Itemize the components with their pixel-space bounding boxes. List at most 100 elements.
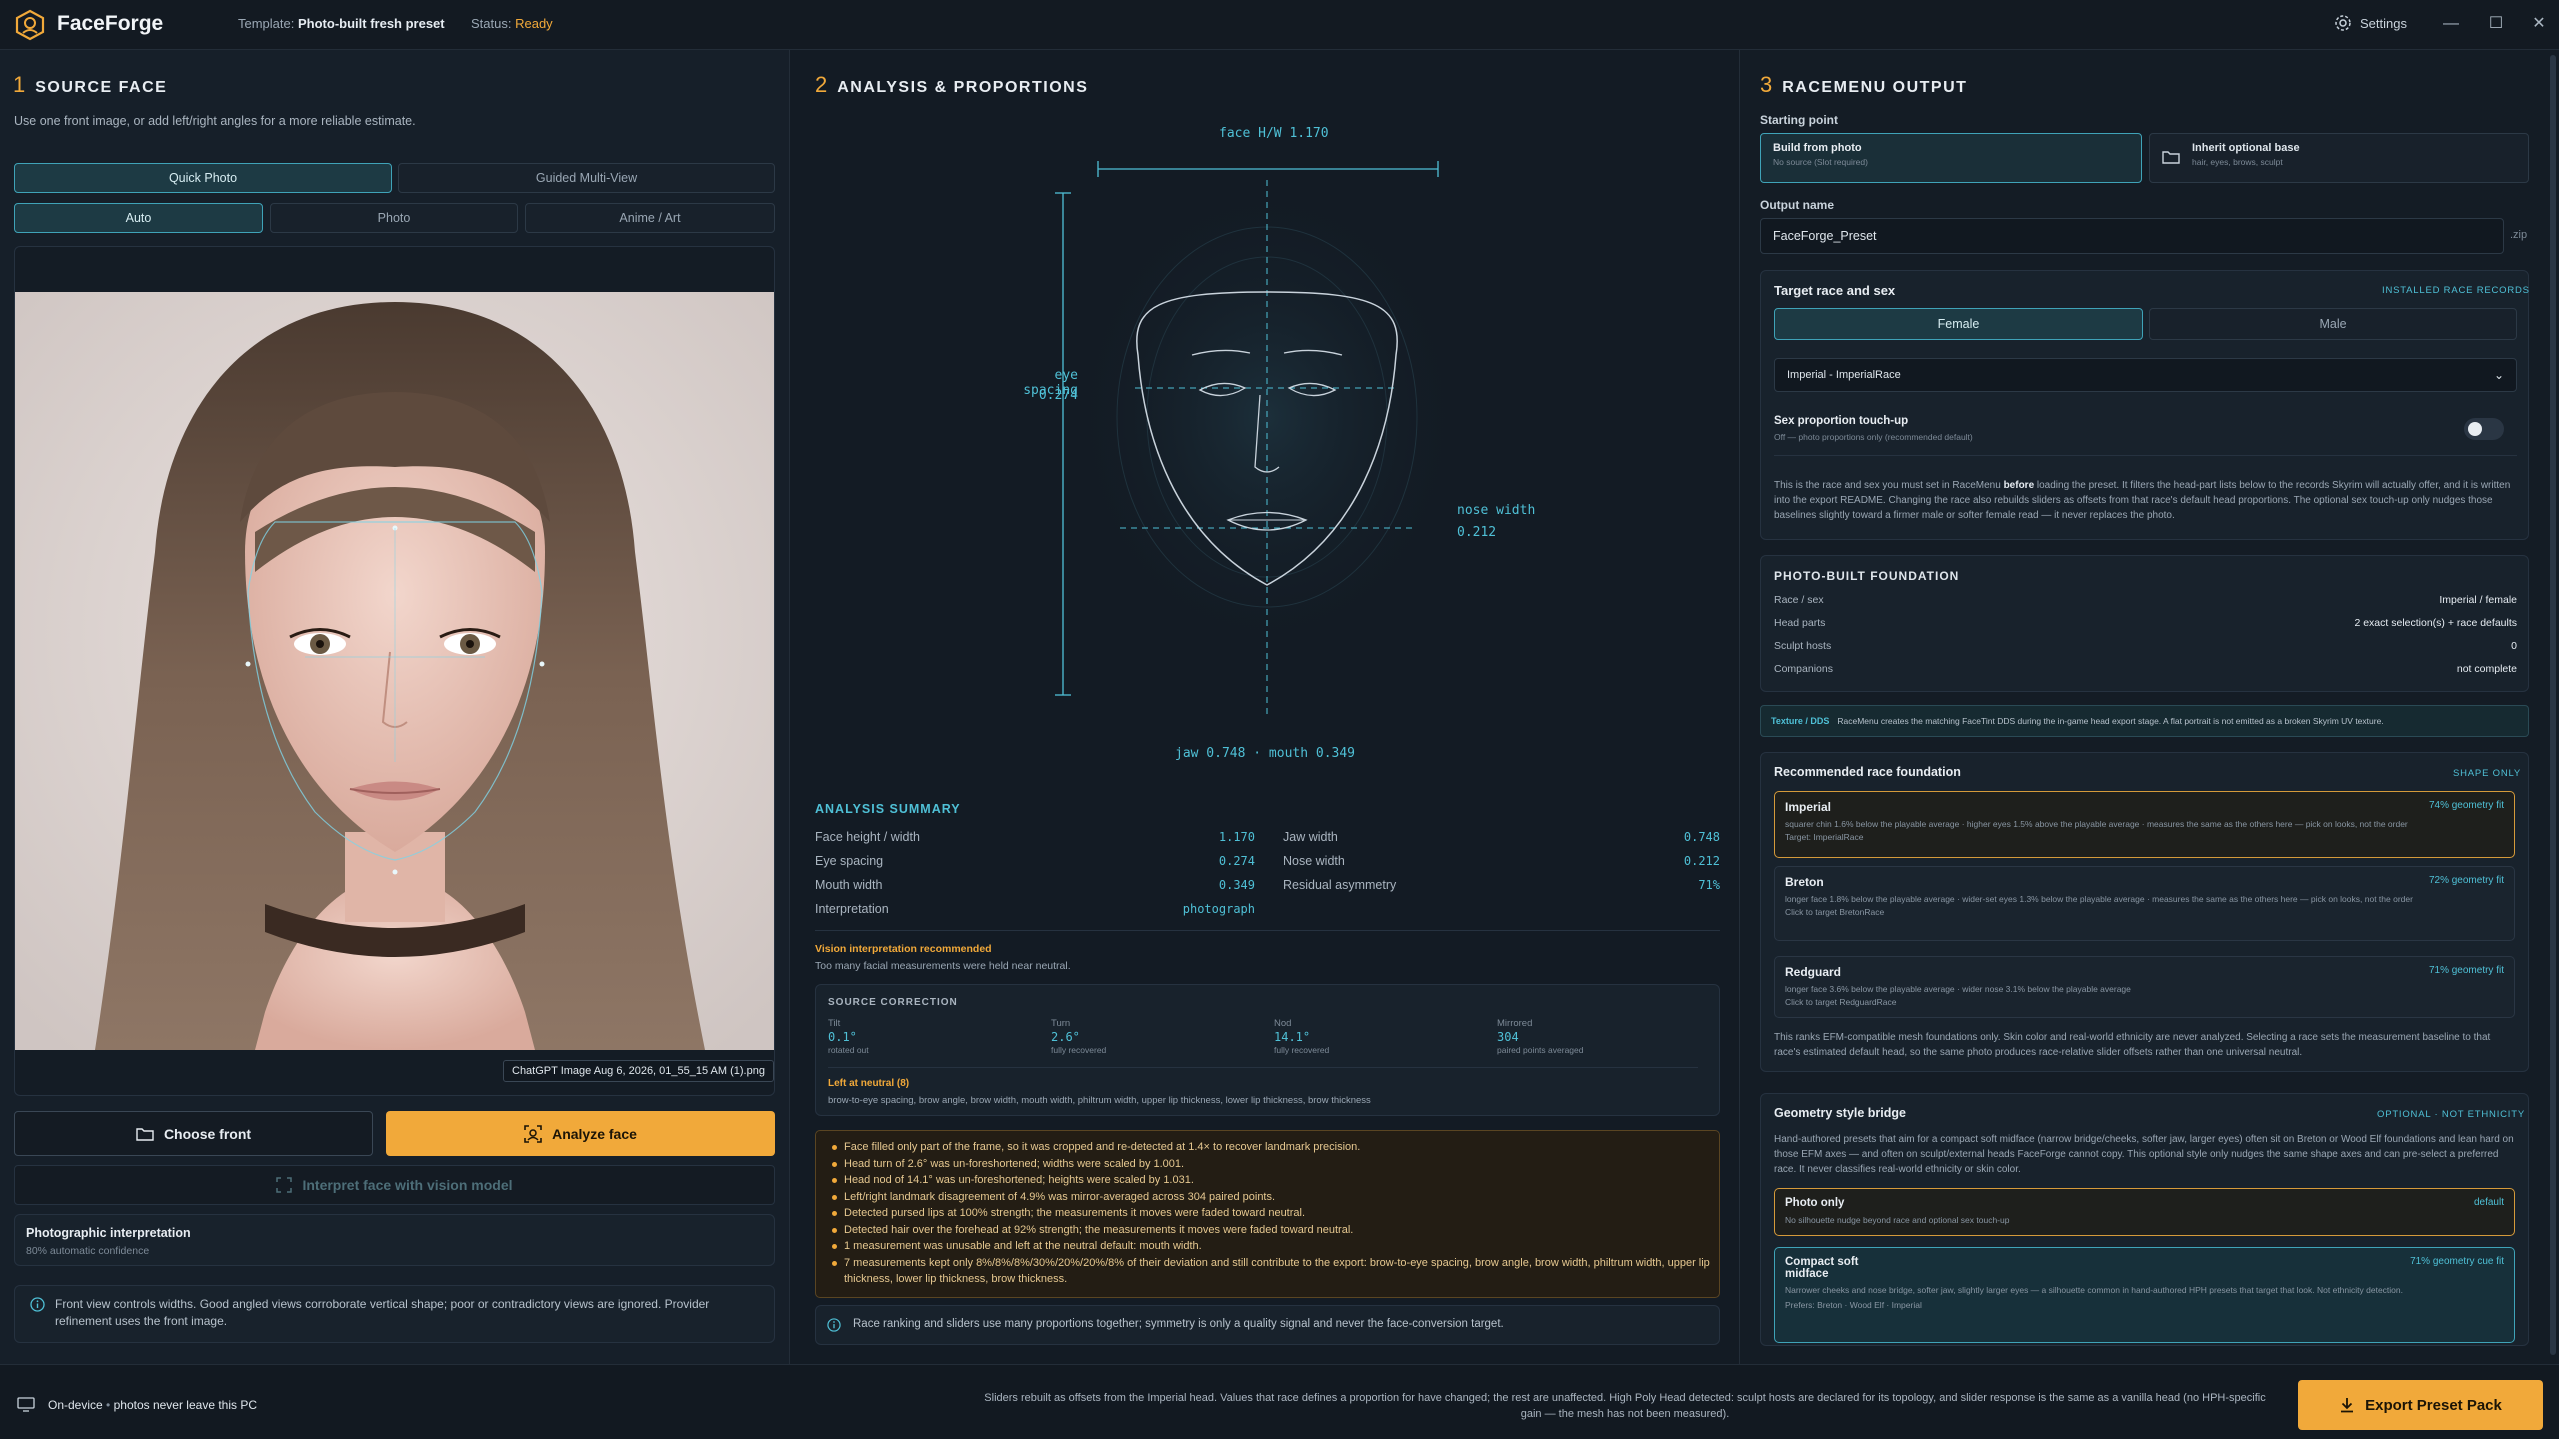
summary-right-table: Jaw width 0.748 Nose width 0.212 Residual … xyxy=(1283,830,1720,902)
analysis-title: 2 ANALYSIS & PROPORTIONS xyxy=(815,72,1088,98)
info-text: Front view controls widths. Good angled … xyxy=(55,1297,710,1328)
summary-value: 0.274 xyxy=(1218,854,1255,868)
maximize-button[interactable]: ☐ xyxy=(2482,10,2510,38)
style-photo-only[interactable]: Photo only default No silhouette nudge be… xyxy=(1774,1188,2515,1236)
style-photo[interactable]: Photo xyxy=(270,203,518,233)
style-auto[interactable]: Auto xyxy=(14,203,263,233)
settings-label: Settings xyxy=(2360,15,2407,31)
race-fit: 72% geometry fit xyxy=(2428,875,2504,886)
correction-note: paired points averaged xyxy=(1497,1045,1584,1055)
folder-icon xyxy=(136,1127,154,1141)
vision-recommend-text: Too many facial measurements were held n… xyxy=(815,960,1071,972)
race-option-breton[interactable]: Breton 72% geometry fit longer face 1.8% … xyxy=(1774,866,2515,941)
status-indicator: Status: Ready xyxy=(471,16,553,31)
inherit-title: Inherit optional base xyxy=(2192,142,2300,154)
output-scrollbar[interactable] xyxy=(2550,55,2556,1355)
race-name: Redguard xyxy=(1785,965,1842,979)
race-desc: longer face 1.8% below the playable aver… xyxy=(1785,894,2413,904)
folder-icon xyxy=(2162,151,2180,164)
template-indicator: Template: Photo-built fresh preset xyxy=(238,16,445,31)
export-label: Export Preset Pack xyxy=(2365,1396,2502,1414)
installed-records-link[interactable]: INSTALLED RACE RECORDS xyxy=(2382,285,2530,296)
foundation-row: Sculpt hosts 0 xyxy=(1774,640,2517,663)
zip-suffix: .zip xyxy=(2510,229,2528,241)
chevron-down-icon: ⌄ xyxy=(2493,368,2504,382)
warning-item: Left/right landmark disagreement of 4.9%… xyxy=(830,1189,1710,1206)
interpretation-confidence: 80% automatic confidence xyxy=(26,1245,150,1257)
analyze-face-button[interactable]: Analyze face xyxy=(386,1111,775,1156)
download-icon xyxy=(2341,1398,2354,1413)
sex-male[interactable]: Male xyxy=(2149,308,2517,340)
settings-button[interactable]: Settings xyxy=(2334,14,2407,32)
summary-value: 0.212 xyxy=(1683,854,1720,868)
sex-female[interactable]: Female xyxy=(1774,308,2143,340)
foundation-key: Sculpt hosts xyxy=(1774,640,1832,652)
summary-value: 0.349 xyxy=(1218,878,1255,892)
correction-value: 304 xyxy=(1497,1030,1519,1044)
race-fit: 71% geometry fit xyxy=(2428,965,2504,976)
style-compact-soft-midface[interactable]: Compact soft midface 71% geometry cue fit… xyxy=(1774,1247,2515,1343)
build-from-photo-option[interactable]: Build from photo No source (Slot require… xyxy=(1760,133,2142,183)
choose-front-button[interactable]: Choose front xyxy=(14,1111,373,1156)
analyze-face-label: Analyze face xyxy=(552,1125,637,1142)
output-title: 3 RACEMENU OUTPUT xyxy=(1760,72,1967,98)
correction-label: Nod xyxy=(1274,1018,1292,1029)
texture-text: RaceMenu creates the matching FaceTint D… xyxy=(1837,716,2384,726)
starting-point-label: Starting point xyxy=(1760,113,1838,127)
touchup-sub: Off — photo proportions only (recommende… xyxy=(1774,432,1973,442)
info-icon xyxy=(827,1318,841,1332)
summary-title: ANALYSIS SUMMARY xyxy=(815,802,961,816)
face-hw-label: face H/W 1.170 xyxy=(1219,126,1329,141)
summary-label: Mouth width xyxy=(815,878,883,892)
correction-label: Tilt xyxy=(828,1018,841,1029)
style-tag: default xyxy=(2473,1197,2504,1208)
touchup-title: Sex proportion touch-up xyxy=(1774,415,1909,427)
shape-only-tag: SHAPE ONLY xyxy=(2453,768,2522,779)
device-notice: On-device • photos never leave this PC xyxy=(48,1398,258,1412)
scan-icon xyxy=(276,1177,293,1193)
correction-row: Tilt 0.1° rotated out Turn 2.6° fully recove… xyxy=(828,1018,1698,1055)
analysis-title-text: ANALYSIS & PROPORTIONS xyxy=(837,79,1089,96)
foundation-row: Companions not complete xyxy=(1774,663,2517,686)
texture-label: Texture / DDS xyxy=(1771,716,1830,726)
inherit-base-option[interactable]: Inherit optional base hair, eyes, brows,… xyxy=(2149,133,2529,183)
template-label: Template: xyxy=(238,16,295,31)
source-num: 1 xyxy=(13,72,26,97)
interpret-vision-button[interactable]: Interpret face with vision model xyxy=(14,1165,775,1205)
race-desc: longer face 3.6% below the playable aver… xyxy=(1785,984,2131,994)
template-value: Photo-built fresh preset xyxy=(298,16,445,31)
status-label: Status: xyxy=(471,16,512,31)
summary-label: Eye spacing xyxy=(815,854,884,868)
race-option-redguard[interactable]: Redguard 71% geometry fit longer face 3.6… xyxy=(1774,956,2515,1018)
summary-value: 71% xyxy=(1698,878,1720,892)
summary-row: Mouth width 0.349 xyxy=(815,878,1255,902)
style-desc: No silhouette nudge beyond race and opti… xyxy=(1785,1215,2010,1225)
minimize-button[interactable]: — xyxy=(2437,10,2465,38)
output-name-input[interactable] xyxy=(1760,218,2504,254)
target-description: This is the race and sex you must set in… xyxy=(1774,478,2514,523)
race-name: Imperial xyxy=(1785,800,1832,814)
gear-icon xyxy=(2335,15,2351,31)
tab-guided-multi-view[interactable]: Guided Multi-View xyxy=(398,163,775,193)
summary-label: Interpretation xyxy=(815,902,889,916)
export-preset-button[interactable]: Export Preset Pack xyxy=(2298,1380,2543,1430)
race-target: Target: ImperialRace xyxy=(1785,832,1864,842)
geometry-tag: OPTIONAL · NOT ETHNICITY xyxy=(2377,1109,2525,1120)
correction-note: rotated out xyxy=(828,1045,869,1055)
ranking-note: Race ranking and sliders use many propor… xyxy=(853,1318,1504,1330)
foundation-key: Race / sex xyxy=(1774,594,1824,606)
correction-mirrored: Mirrored 304 paired points averaged xyxy=(1497,1018,1697,1055)
monitor-icon xyxy=(17,1397,35,1412)
race-select[interactable]: Imperial - ImperialRace ⌄ xyxy=(1774,358,2517,392)
race-option-imperial[interactable]: Imperial 74% geometry fit squarer chin 1.… xyxy=(1774,791,2515,858)
summary-value: photograph xyxy=(1182,902,1255,916)
touchup-toggle[interactable] xyxy=(2464,418,2504,440)
correction-value: 14.1° xyxy=(1274,1030,1311,1044)
device-text: photos never leave this PC xyxy=(113,1398,258,1412)
style-anime-art[interactable]: Anime / Art xyxy=(525,203,775,233)
source-photo xyxy=(15,292,774,1050)
tab-quick-photo[interactable]: Quick Photo xyxy=(14,163,392,193)
analysis-num: 2 xyxy=(815,72,828,97)
close-button[interactable]: ✕ xyxy=(2525,10,2553,38)
target-desc-bold: before xyxy=(2003,480,2035,491)
